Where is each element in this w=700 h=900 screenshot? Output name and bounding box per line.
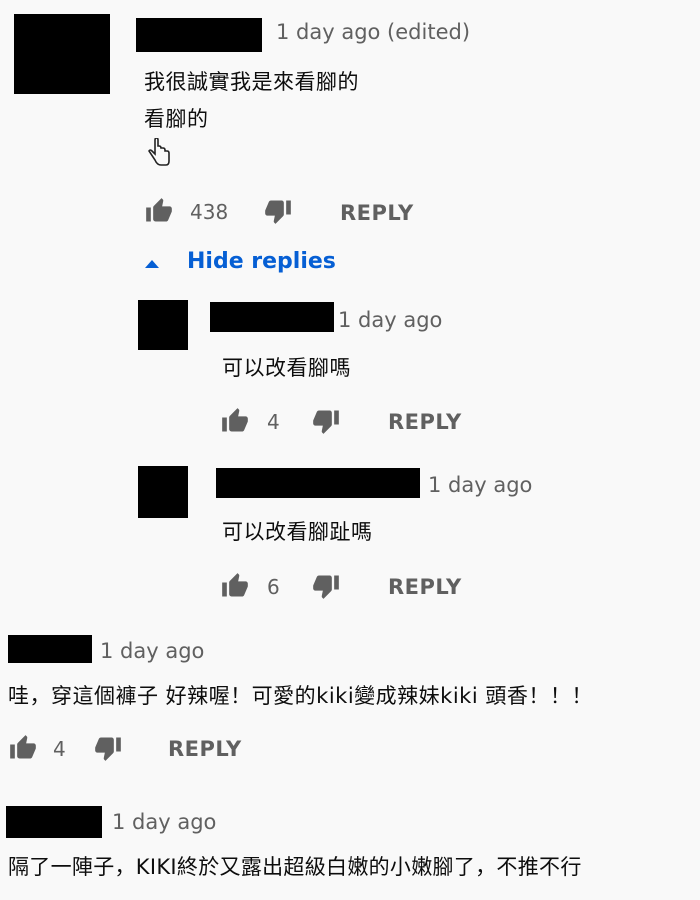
comment-timestamp[interactable]: 1 day ago (edited) (276, 20, 470, 44)
author-name[interactable] (216, 468, 420, 498)
comment-text: 可以改看腳趾嗎 (222, 520, 373, 544)
avatar[interactable] (138, 466, 188, 518)
avatar[interactable] (14, 14, 110, 94)
hide-replies-button[interactable]: Hide replies (140, 248, 340, 282)
reply-button[interactable]: REPLY (388, 575, 462, 599)
author-name[interactable] (210, 302, 334, 332)
thumbs-down-icon[interactable] (263, 197, 293, 225)
hide-replies-label: Hide replies (187, 249, 336, 274)
avatar[interactable] (138, 300, 188, 350)
reply-button[interactable]: REPLY (340, 201, 414, 225)
thumbs-down-icon[interactable] (311, 407, 341, 435)
comment-timestamp[interactable]: 1 day ago (100, 639, 204, 663)
reply-button[interactable]: REPLY (388, 410, 462, 434)
thumbs-up-icon[interactable] (8, 734, 38, 762)
comment-text: 可以改看腳嗎 (222, 356, 351, 380)
reply-button[interactable]: REPLY (168, 737, 242, 761)
comment-timestamp[interactable]: 1 day ago (338, 308, 442, 332)
thumbs-up-icon[interactable] (220, 407, 250, 435)
like-count: 6 (267, 575, 280, 599)
comment-text-line-2: 看腳的 (144, 107, 209, 131)
thumbs-down-icon[interactable] (311, 572, 341, 600)
thumbs-up-icon[interactable] (144, 197, 174, 225)
comment-text: 隔了一陣子，KIKI終於又露出超級白嫩的小嫩腳了，不推不行 (8, 855, 582, 879)
author-name[interactable] (8, 635, 92, 663)
pointing-hand-icon (146, 138, 172, 168)
triangle-up-icon (143, 258, 161, 270)
author-name[interactable] (6, 806, 102, 838)
viewport-edge (0, 886, 700, 900)
thumbs-down-icon[interactable] (93, 734, 123, 762)
like-count: 438 (190, 200, 229, 224)
like-count: 4 (267, 410, 280, 434)
comment-text-line-1: 我很誠實我是來看腳的 (144, 70, 359, 94)
author-name[interactable] (136, 18, 262, 52)
comment-timestamp[interactable]: 1 day ago (428, 473, 532, 497)
comment-text: 哇，穿這個褲子 好辣喔！可愛的kiki變成辣妹kiki 頭香！！！ (8, 684, 593, 708)
comment-timestamp[interactable]: 1 day ago (112, 810, 216, 834)
like-count: 4 (53, 737, 66, 761)
thumbs-up-icon[interactable] (220, 572, 250, 600)
